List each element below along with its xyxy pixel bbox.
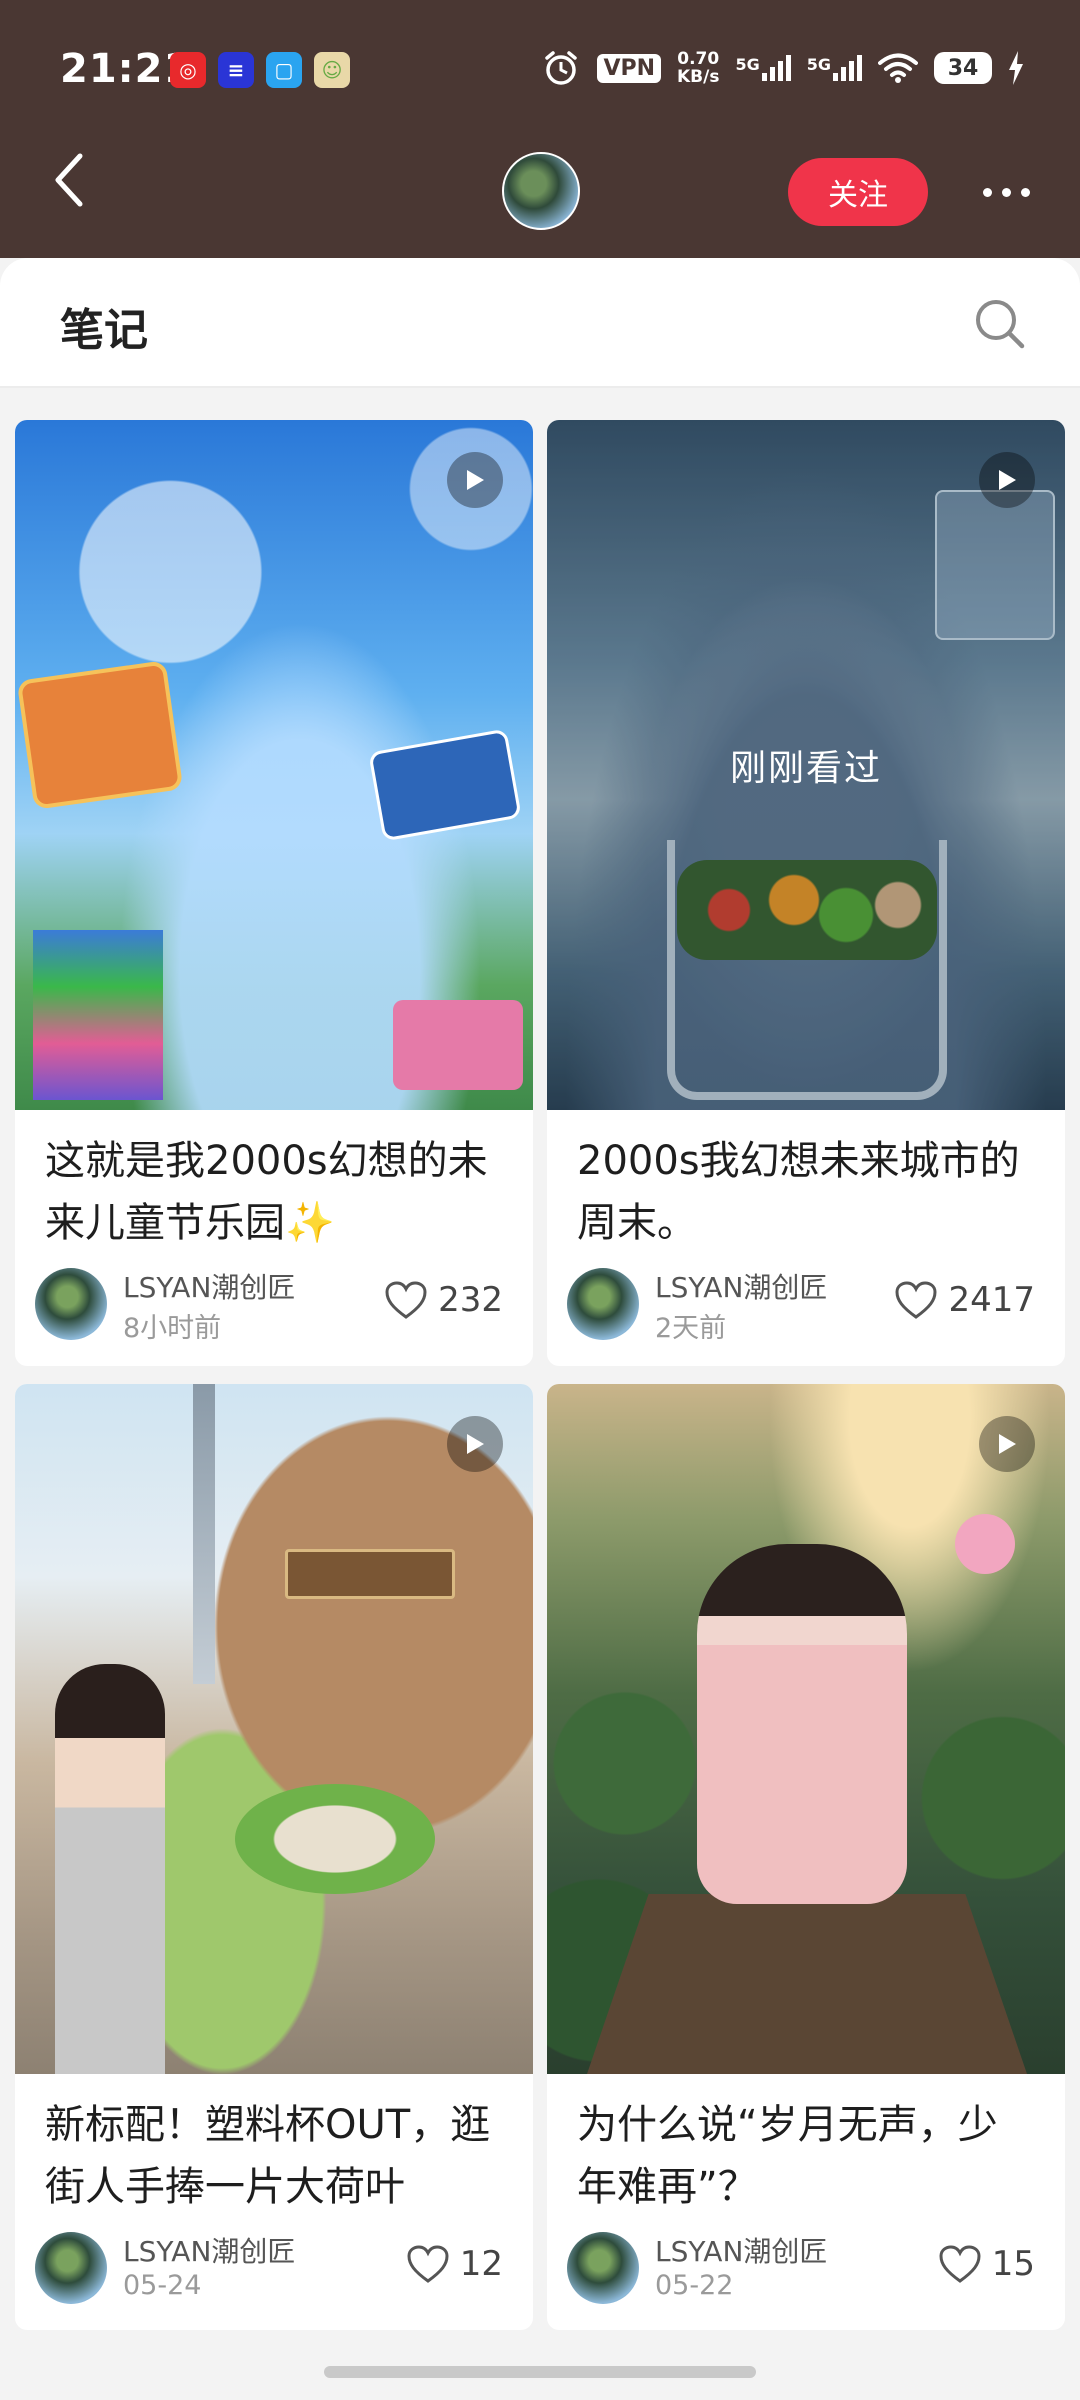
section-title: 笔记	[60, 305, 148, 356]
like-count: 12	[459, 2244, 503, 2284]
network-speed: 0.70 KB/s	[677, 49, 720, 87]
game-app-icon: ☺	[314, 52, 350, 88]
status-right: VPN 0.70 KB/s 5G 5G 34	[541, 48, 1024, 88]
note-title[interactable]: 2000s我幻想未来城市的周末。	[547, 1110, 1065, 1260]
post-time: 8小时前	[123, 1313, 222, 1344]
note-meta: LSYAN潮创匠 05-22 15	[547, 2224, 1065, 2330]
vpn-badge: VPN	[597, 53, 661, 83]
note-title[interactable]: 新标配！塑料杯OUT，逛街人手捧一片大荷叶	[15, 2074, 533, 2224]
author-name[interactable]: LSYAN潮创匠	[655, 2230, 827, 2270]
like-button[interactable]: 12	[406, 2244, 503, 2284]
netease-music-icon: ◎	[170, 52, 206, 88]
sign-illustration	[393, 1000, 523, 1090]
sign-illustration	[16, 660, 184, 810]
recently-viewed-label: 刚刚看过	[547, 420, 1065, 1110]
author-avatar[interactable]	[35, 2232, 107, 2304]
note-title[interactable]: 这就是我2000s幻想的未来儿童节乐园✨	[15, 1110, 533, 1260]
note-meta: LSYAN潮创匠 2天前 2417	[547, 1260, 1065, 1366]
post-time: 05-24	[123, 2270, 202, 2301]
back-button[interactable]	[40, 150, 100, 210]
wifi-icon	[878, 53, 918, 83]
play-icon	[447, 452, 503, 508]
app-icon: ≡	[218, 52, 254, 88]
note-card[interactable]: 为什么说“岁月无声，少年难再”？ LSYAN潮创匠 05-22 15	[547, 1384, 1065, 2330]
note-cover-image[interactable]	[15, 1384, 533, 2074]
battery-indicator: 34	[934, 52, 992, 84]
heart-icon	[407, 2245, 449, 2283]
nav-bar: 关注	[0, 140, 1080, 250]
like-count: 15	[991, 2244, 1035, 2284]
play-icon	[447, 1416, 503, 1472]
follow-button[interactable]: 关注	[788, 158, 928, 226]
search-icon[interactable]	[972, 296, 1028, 352]
notes-sheet: 笔记 这就是我2000s幻想的未来儿童节乐园✨ LSYAN潮创匠 8小时前 23…	[0, 258, 1080, 2400]
author-avatar[interactable]	[567, 1268, 639, 1340]
note-cover-image[interactable]: 刚刚看过	[547, 420, 1065, 1110]
author-avatar[interactable]	[567, 2232, 639, 2304]
post-time: 05-22	[655, 2270, 734, 2301]
like-button[interactable]: 2417	[894, 1280, 1035, 1320]
note-meta: LSYAN潮创匠 8小时前 232	[15, 1260, 533, 1366]
note-card[interactable]: 这就是我2000s幻想的未来儿童节乐园✨ LSYAN潮创匠 8小时前 232	[15, 420, 533, 1366]
profile-avatar[interactable]	[502, 152, 580, 230]
like-button[interactable]: 232	[384, 1280, 503, 1320]
heart-icon	[385, 1281, 427, 1319]
play-icon	[979, 1416, 1035, 1472]
lotus-leaf-illustration	[235, 1784, 435, 1894]
sign-illustration	[368, 728, 522, 842]
signal-bars-icon	[833, 55, 862, 81]
note-meta: LSYAN潮创匠 05-24 12	[15, 2224, 533, 2330]
signal-bars-icon	[761, 55, 791, 81]
play-icon	[979, 452, 1035, 508]
person-illustration	[697, 1544, 907, 1904]
chat-app-icon: ▢	[266, 52, 302, 88]
more-icon	[982, 187, 992, 197]
note-cover-image[interactable]	[547, 1384, 1065, 2074]
tower-illustration	[193, 1384, 215, 1684]
note-card[interactable]: 刚刚看过 2000s我幻想未来城市的周末。 LSYAN潮创匠 2天前 2417	[547, 420, 1065, 1366]
like-button[interactable]: 15	[938, 2244, 1035, 2284]
author-name[interactable]: LSYAN潮创匠	[123, 1266, 295, 1306]
back-arrow-icon	[55, 153, 83, 207]
lotus-flower-illustration	[955, 1514, 1015, 1574]
status-bar: 21:21 ◎ ≡ ▢ ☺ VPN 0.70 KB/s 5G 5G 34	[0, 0, 1080, 140]
note-cover-image[interactable]	[15, 420, 533, 1110]
notification-icons: ◎ ≡ ▢ ☺	[170, 52, 350, 88]
note-card[interactable]: 新标配！塑料杯OUT，逛街人手捧一片大荷叶 LSYAN潮创匠 05-24 12	[15, 1384, 533, 2330]
person-illustration	[55, 1664, 165, 2074]
signal-2: 5G	[807, 55, 862, 81]
author-avatar[interactable]	[35, 1268, 107, 1340]
shop-sign-illustration	[285, 1549, 455, 1599]
author-name[interactable]: LSYAN潮创匠	[655, 1266, 827, 1306]
signpost-illustration	[33, 930, 163, 1100]
section-header: 笔记	[0, 258, 1080, 388]
charging-icon	[1009, 51, 1023, 85]
alarm-icon	[545, 51, 578, 85]
top-header: 21:21 ◎ ≡ ▢ ☺ VPN 0.70 KB/s 5G 5G 34 关注	[0, 0, 1080, 258]
more-button[interactable]	[968, 162, 1044, 222]
note-title[interactable]: 为什么说“岁月无声，少年难再”？	[547, 2074, 1065, 2224]
heart-icon	[895, 1281, 937, 1319]
like-count: 2417	[948, 1280, 1035, 1320]
home-indicator[interactable]	[324, 2366, 756, 2378]
author-name[interactable]: LSYAN潮创匠	[123, 2230, 295, 2270]
heart-icon	[939, 2245, 981, 2283]
signal-1: 5G	[735, 55, 791, 81]
post-time: 2天前	[655, 1313, 727, 1344]
like-count: 232	[438, 1280, 503, 1320]
